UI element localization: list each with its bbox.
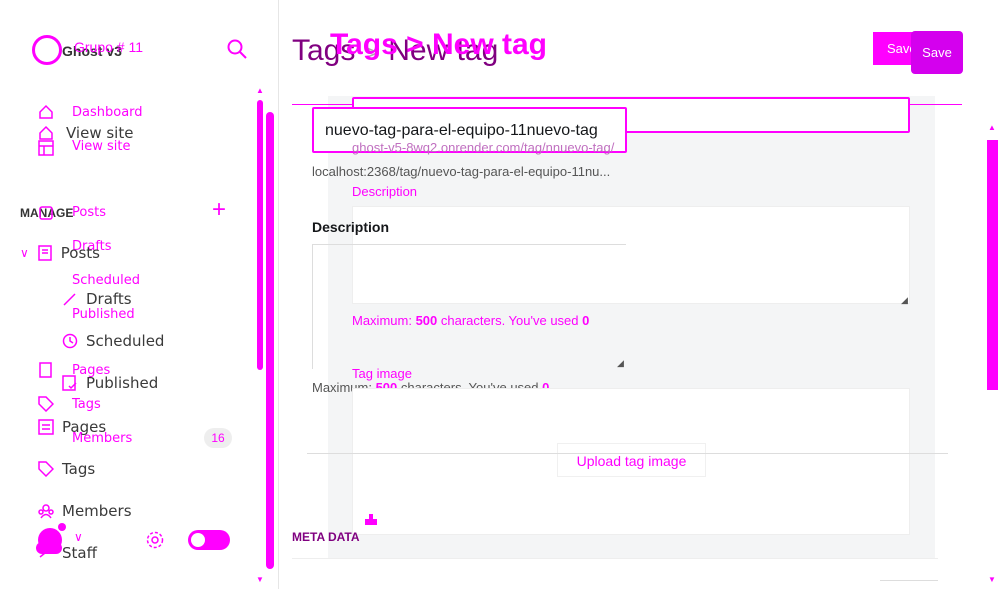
- sidebar-divider: [278, 0, 279, 589]
- scroll-down-arrow-icon[interactable]: ▼: [256, 575, 264, 584]
- upload-icon[interactable]: [364, 512, 378, 526]
- description-label: Description: [312, 219, 390, 235]
- home-icon: [39, 125, 53, 140]
- resize-handle-icon[interactable]: ◢: [617, 358, 624, 369]
- sidebar-item-posts[interactable]: ∨ Posts: [20, 244, 100, 262]
- sidebar-item-label: Tags: [62, 460, 96, 478]
- sidebar-item-label: Pages: [62, 418, 107, 436]
- save-button-alt[interactable]: Save: [911, 31, 963, 74]
- sidebar-item-label: Members: [62, 502, 132, 520]
- members-count-badge: 16: [204, 428, 232, 448]
- section-divider: [307, 453, 948, 454]
- meta-data-heading: META DATA: [292, 530, 360, 544]
- site-logo-icon: [32, 35, 62, 65]
- sidebar-item-pages[interactable]: Pages: [38, 418, 106, 436]
- toggle-knob: [191, 533, 205, 547]
- sidebar-item-dashboard[interactable]: Dashboard: [72, 105, 143, 120]
- sidebar-item-layout[interactable]: [38, 140, 54, 156]
- sidebar-item-label: Drafts: [86, 290, 132, 308]
- sidebar-item-members[interactable]: Members: [38, 502, 132, 520]
- chevron-down-icon[interactable]: ∨: [74, 530, 83, 544]
- layout-icon: [38, 140, 54, 156]
- sidebar-item-pages-top[interactable]: [38, 362, 54, 378]
- members-icon: [38, 504, 54, 519]
- sidebar-item-posts-alt[interactable]: Posts: [72, 205, 106, 220]
- posts-icon: [38, 245, 52, 261]
- sidebar-scrollbar-secondary[interactable]: [266, 112, 274, 569]
- chevron-down-icon: ∨: [20, 246, 29, 260]
- gear-icon[interactable]: [145, 530, 165, 550]
- sidebar-item-tags-alt[interactable]: Tags: [72, 397, 101, 412]
- name-value: nuevo-tag-para-el-equipo-11nuevo-tag: [325, 122, 598, 139]
- resize-handle-icon[interactable]: ◢: [901, 295, 908, 306]
- sidebar-item-scheduled-alt[interactable]: Scheduled: [72, 273, 140, 288]
- sidebar-scrollbar[interactable]: [257, 100, 263, 370]
- clock-icon: [62, 333, 78, 349]
- tag-url-preview: localhost:2368/tag/nuevo-tag-para-el-equ…: [312, 164, 611, 179]
- tag-icon: [38, 461, 54, 477]
- home-icon: [39, 104, 53, 119]
- search-icon[interactable]: [226, 38, 248, 60]
- avatar-status-dot: [58, 523, 66, 531]
- pencil-icon: [63, 293, 76, 306]
- sidebar-item-label: Scheduled: [86, 332, 165, 350]
- scroll-down-arrow-icon[interactable]: ▼: [988, 575, 996, 584]
- sidebar-item-label: Staff: [62, 544, 97, 562]
- tag-icon: [38, 396, 54, 412]
- upload-tag-image-button[interactable]: Upload tag image: [557, 443, 706, 477]
- tag-image-label: Tag image: [352, 366, 412, 381]
- page-title-overlay: Tags > New tag: [330, 28, 548, 61]
- sidebar-item-tags-top[interactable]: [38, 396, 54, 412]
- scroll-up-arrow-icon[interactable]: ▲: [988, 123, 996, 132]
- description-label-alt: Description: [352, 184, 418, 199]
- site-name-overlay: Grupo # 11: [74, 39, 144, 55]
- published-icon: [62, 375, 77, 391]
- list-icon: [38, 419, 54, 435]
- sidebar-item-published[interactable]: Published: [62, 374, 158, 392]
- dark-mode-toggle[interactable]: [188, 530, 230, 550]
- avatar-body: [36, 542, 62, 554]
- sidebar-item-drafts[interactable]: Drafts: [62, 290, 132, 308]
- edit-icon: [39, 206, 53, 220]
- sidebar-item-published-alt[interactable]: Published: [72, 307, 135, 322]
- description-textarea[interactable]: [312, 244, 626, 369]
- scroll-up-arrow-icon[interactable]: ▲: [256, 86, 264, 95]
- sidebar-item-label: View site: [66, 124, 134, 142]
- sidebar-item-label: Posts: [60, 244, 100, 262]
- sidebar-item-label: Published: [86, 374, 159, 392]
- meta-data-card-top: [292, 558, 938, 589]
- sidebar-item-tags[interactable]: Tags: [38, 460, 95, 478]
- main-scrollbar[interactable]: [987, 140, 998, 390]
- tag-url-preview-alt: ghost-v5-8wq2.onrender.com/tag/nnuevo-ta…: [352, 140, 615, 155]
- sidebar-item-home[interactable]: [38, 104, 54, 120]
- page-icon: [39, 362, 52, 378]
- add-post-icon[interactable]: +: [212, 198, 226, 222]
- sidebar-item-scheduled[interactable]: Scheduled: [62, 332, 164, 350]
- meta-data-expand-button[interactable]: [880, 580, 938, 589]
- sidebar-item-edit[interactable]: [38, 205, 54, 221]
